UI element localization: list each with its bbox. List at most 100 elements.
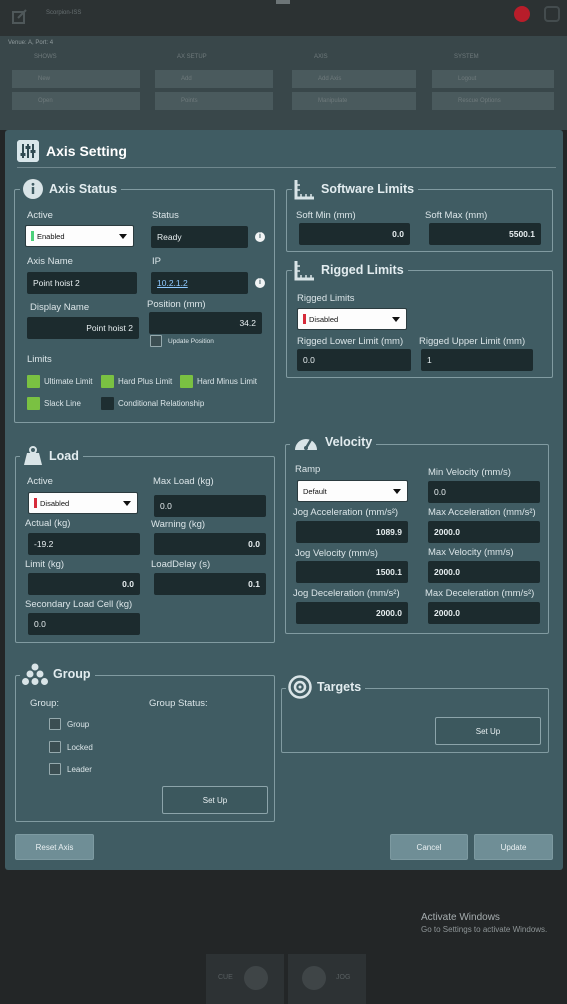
position-field: 34.2 <box>149 312 262 334</box>
menu-button[interactable]: Add Axis <box>292 70 416 88</box>
menu-button[interactable]: Open <box>12 92 140 110</box>
checkbox-box <box>150 335 162 347</box>
axis-setting-dialog: Axis Setting Axis Status Active Enabled … <box>5 130 563 870</box>
load-delay-field[interactable]: 0.1 <box>154 573 266 595</box>
ip-link[interactable]: 10.2.1.2 <box>151 272 248 294</box>
status-field: Ready <box>151 226 248 248</box>
app-menu-panel: Venue: A, Port: 4 SHOWS New Open AX SETU… <box>0 36 567 130</box>
menu-button[interactable]: Logout <box>432 70 554 88</box>
alert-icon[interactable] <box>514 6 530 22</box>
locked-checkbox[interactable]: Locked <box>49 741 93 753</box>
load-active-select[interactable]: Disabled <box>28 492 138 514</box>
group-legend: Group <box>20 661 95 687</box>
title-divider <box>17 167 556 168</box>
chevron-down-icon <box>393 489 401 494</box>
soft-max-label: Soft Max (mm) <box>425 210 488 221</box>
jog-decel-field[interactable]: 2000.0 <box>296 602 408 624</box>
active-select[interactable]: Enabled <box>25 225 134 247</box>
load-section: Load Active Disabled Max Load (kg) 0.0 A… <box>15 443 275 643</box>
axis-name-field[interactable]: Point hoist 2 <box>27 272 137 294</box>
chevron-down-icon <box>119 234 127 239</box>
speedometer-icon <box>295 437 317 450</box>
down-arrow-icon <box>244 966 268 990</box>
jog-accel-field[interactable]: 1089.9 <box>296 521 408 543</box>
status-label: Status <box>152 210 179 221</box>
jog-button[interactable]: JOG <box>288 954 366 1004</box>
limit-field[interactable]: 0.0 <box>28 573 140 595</box>
group-status-label: Group Status: <box>149 698 208 709</box>
menu-button[interactable]: Points <box>155 92 273 110</box>
rigged-upper-label: Rigged Upper Limit (mm) <box>419 336 526 347</box>
limit-light <box>180 375 193 388</box>
soft-max-field[interactable]: 5500.1 <box>429 223 541 245</box>
status-info-icon[interactable]: i <box>255 232 265 242</box>
limit-indicator: Conditional Relationship <box>101 397 204 410</box>
menu-column-system: SYSTEM Logout Rescue Options <box>432 50 554 110</box>
notification-icon[interactable] <box>544 6 560 22</box>
jog-decel-label: Jog Deceleration (mm/s²) <box>293 588 400 599</box>
rigged-limits-select[interactable]: Disabled <box>297 308 407 330</box>
update-position-checkbox[interactable]: Update Position <box>150 335 214 347</box>
targets-setup-button[interactable]: Set Up <box>435 717 541 745</box>
section-title: Targets <box>317 680 362 694</box>
targets-section: Targets Set Up <box>281 674 549 753</box>
update-button[interactable]: Update <box>474 834 553 860</box>
group-label: Group: <box>30 698 60 709</box>
rigged-lower-field[interactable]: 0.0 <box>297 349 411 371</box>
axis-name-label: Axis Name <box>27 256 73 267</box>
display-name-label: Display Name <box>30 302 90 313</box>
activate-windows-subtitle: Go to Settings to activate Windows. <box>421 925 548 934</box>
menu-button[interactable]: Rescue Options <box>432 92 554 110</box>
dialog-title: Axis Setting <box>46 143 127 159</box>
jog-accel-label: Jog Acceleration (mm/s²) <box>293 507 399 518</box>
cancel-button[interactable]: Cancel <box>390 834 468 860</box>
rigged-select-value: Disabled <box>309 314 339 324</box>
position-label: Position (mm) <box>147 299 206 310</box>
group-section: Group Group: Group Status: Group Locked … <box>15 661 275 822</box>
min-velocity-field[interactable]: 0.0 <box>428 481 540 503</box>
axis-status-legend: Axis Status <box>20 176 122 202</box>
ruler-icon <box>294 261 314 281</box>
app-title: Scorpion-ISS <box>46 10 82 16</box>
disabled-marker <box>34 498 37 508</box>
rigged-limits-legend: Rigged Limits <box>292 257 408 283</box>
software-limits-section: Software Limits Soft Min (mm) 0.0 Soft M… <box>286 176 553 252</box>
limit-light <box>101 397 114 410</box>
max-velocity-field[interactable]: 2000.0 <box>428 561 540 583</box>
velocity-section: Velocity Ramp Default Min Velocity (mm/s… <box>285 429 549 634</box>
menu-button[interactable]: New <box>12 70 140 88</box>
max-accel-field[interactable]: 2000.0 <box>428 521 540 543</box>
jog-velocity-field[interactable]: 1500.1 <box>296 561 408 583</box>
ramp-select-value: Default <box>303 486 327 496</box>
edit-icon[interactable] <box>10 6 30 26</box>
rigged-upper-field[interactable]: 1 <box>421 349 533 371</box>
cue-button[interactable]: CUE <box>206 954 284 1004</box>
ip-info-icon[interactable]: i <box>255 278 265 288</box>
targets-legend: Targets <box>286 674 366 700</box>
max-decel-field[interactable]: 2000.0 <box>428 602 540 624</box>
limit-indicator: Ultimate Limit <box>27 375 92 388</box>
menu-button[interactable]: Add <box>155 70 273 88</box>
menu-button[interactable]: Manipulate <box>292 92 416 110</box>
menu-column-shows: SHOWS New Open <box>12 50 140 110</box>
limit-indicator: Hard Minus Limit <box>180 375 257 388</box>
checkbox-label: Update Position <box>168 337 214 345</box>
ramp-select[interactable]: Default <box>297 480 408 502</box>
menu-header: AX SETUP <box>177 54 207 60</box>
rigged-limits-label: Rigged Limits <box>297 293 355 304</box>
down-arrow-icon <box>302 966 326 990</box>
secondary-load-field: 0.0 <box>28 613 140 635</box>
section-title: Velocity <box>325 435 373 449</box>
rigged-lower-label: Rigged Lower Limit (mm) <box>297 336 404 347</box>
soft-min-field[interactable]: 0.0 <box>299 223 410 245</box>
display-name-field[interactable]: Point hoist 2 <box>27 317 139 339</box>
max-load-field[interactable]: 0.0 <box>154 495 266 517</box>
group-setup-button[interactable]: Set Up <box>162 786 268 814</box>
warning-field[interactable]: 0.0 <box>154 533 266 555</box>
group-checkbox[interactable]: Group <box>49 718 89 730</box>
section-title: Axis Status <box>49 182 118 196</box>
target-icon <box>288 675 312 699</box>
leader-checkbox[interactable]: Leader <box>49 763 92 775</box>
min-velocity-label: Min Velocity (mm/s) <box>428 467 511 478</box>
reset-axis-button[interactable]: Reset Axis <box>15 834 94 860</box>
